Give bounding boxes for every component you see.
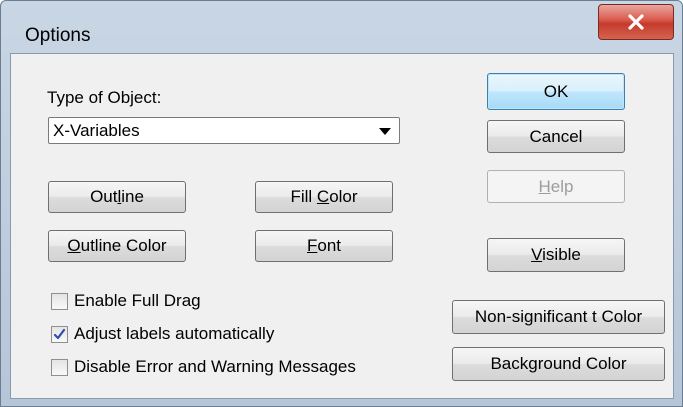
checkbox-box[interactable]: [51, 325, 68, 343]
checkbox-label: Disable Error and Warning Messages: [74, 357, 356, 376]
adjust-labels-checkbox[interactable]: Adjust labels automatically: [51, 323, 274, 345]
dialog-body: Type of Object: X-Variables Outline Fill…: [10, 53, 674, 399]
enable-full-drag-checkbox[interactable]: Enable Full Drag: [51, 290, 201, 312]
visible-label: Visible: [531, 245, 581, 264]
fill-color-label: Fill Color: [290, 187, 358, 206]
cancel-label: Cancel: [529, 126, 583, 146]
font-label: Font: [306, 236, 342, 255]
background-color-label: Background Color: [490, 354, 627, 373]
nonsignificant-color-label: Non-significant t Color: [474, 307, 643, 326]
nonsignificant-color-button[interactable]: Non-significant t Color: [452, 300, 665, 334]
checkbox-box[interactable]: [51, 358, 68, 376]
ok-button[interactable]: OK: [487, 73, 625, 110]
close-icon: [628, 14, 644, 30]
title-bar[interactable]: Options: [1, 1, 682, 53]
window-title: Options: [25, 25, 91, 46]
chevron-down-icon: [379, 128, 391, 135]
type-of-object-select[interactable]: X-Variables: [48, 117, 400, 144]
type-of-object-value: X-Variables: [53, 121, 140, 140]
outline-color-button[interactable]: Outline Color: [48, 230, 186, 262]
checkbox-label: Enable Full Drag: [74, 291, 201, 310]
font-button[interactable]: Font: [255, 230, 393, 262]
checkbox-box[interactable]: [51, 292, 68, 310]
type-of-object-label: Type of Object:: [47, 88, 162, 107]
fill-color-button[interactable]: Fill Color: [255, 181, 393, 213]
options-dialog: Options Type of Object: X-Variables Outl…: [0, 0, 683, 407]
disable-error-messages-checkbox[interactable]: Disable Error and Warning Messages: [51, 356, 356, 378]
ok-label: OK: [543, 81, 569, 101]
close-button[interactable]: [598, 4, 674, 40]
checkbox-label: Adjust labels automatically: [74, 324, 275, 343]
background-color-button[interactable]: Background Color: [452, 347, 665, 381]
cancel-button[interactable]: Cancel: [487, 120, 625, 153]
outline-label: Outline: [90, 187, 144, 206]
outline-color-label: Outline Color: [67, 236, 167, 255]
help-button[interactable]: Help: [487, 170, 625, 203]
help-label: Help: [538, 176, 574, 196]
outline-button[interactable]: Outline: [48, 181, 186, 213]
visible-button[interactable]: Visible: [487, 238, 625, 272]
checkmark-icon: [53, 328, 66, 339]
